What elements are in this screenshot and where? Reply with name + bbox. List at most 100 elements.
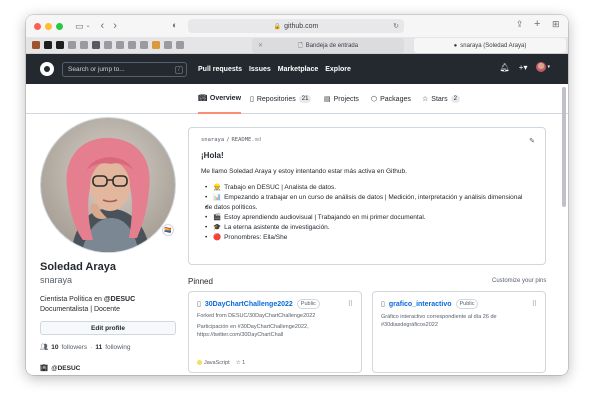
favorite-icon[interactable]	[68, 41, 76, 49]
status-badge[interactable]: 🏳️‍🌈	[162, 224, 174, 236]
close-tab-icon[interactable]: ✕	[258, 42, 263, 49]
favorite-icon[interactable]	[56, 41, 64, 49]
address-bar[interactable]: 🔒 github.com ↻	[188, 19, 404, 33]
list-item: 🎓La eterna asistente de investigación.	[201, 223, 533, 233]
customize-pins-link[interactable]: Customize your pins	[492, 278, 546, 284]
repo-icon: ▯	[250, 96, 254, 103]
github-favicon-icon: ●	[453, 42, 458, 49]
edit-profile-button[interactable]: Edit profile	[40, 321, 176, 335]
favorite-icon[interactable]	[164, 41, 172, 49]
favorite-icon[interactable]	[140, 41, 148, 49]
shield-icon[interactable]: ◐	[172, 21, 177, 30]
readme-intro: Me llamo Soledad Araya y estoy intentand…	[201, 168, 407, 175]
tab-label: Overview	[209, 94, 242, 102]
tab-packages[interactable]: ⬡ Packages	[371, 84, 411, 114]
visibility-badge: Public	[455, 299, 479, 309]
star-icon: ☆	[422, 96, 429, 103]
sidebar-chevron-icon[interactable]: ⌄	[86, 23, 91, 29]
list-item-text: Trabajo en DESUC | Analista de datos.	[224, 184, 337, 191]
book-icon: 📖︎	[198, 95, 207, 102]
followers-count[interactable]: 10	[51, 344, 58, 351]
tab-projects[interactable]: ▤ Projects	[324, 84, 359, 114]
list-item-text: La eterna asistente de investigación.	[224, 224, 330, 231]
profile-name: Soledad Araya	[40, 261, 117, 273]
sidebar-icon[interactable]: ▭	[75, 21, 84, 31]
avatar[interactable]	[40, 117, 176, 253]
close-window-button[interactable]	[34, 22, 41, 30]
bio-text: Cientista Política en	[40, 296, 104, 303]
minimize-window-button[interactable]	[45, 22, 52, 30]
favorite-icon[interactable]	[104, 41, 112, 49]
back-icon[interactable]: ‹	[101, 20, 105, 32]
tab-inbox[interactable]: ✕ 🗋 Bandeja de entrada	[252, 38, 404, 53]
card-header: ▯ 30DayChartChallenge2022 Public	[197, 299, 353, 309]
fork-note[interactable]: Forked from DESUC/30DayChartChallenge202…	[197, 313, 353, 319]
drag-handle-icon[interactable]: ⠿	[348, 300, 353, 308]
reload-icon[interactable]: ↻	[393, 22, 399, 30]
org-link[interactable]: @DESUC	[51, 365, 80, 372]
repo-description: Gráfico interactivo correspondiente al d…	[381, 313, 537, 329]
chart-icon: 📊	[213, 194, 222, 201]
card-header: ▯ grafico_interactivo Public	[381, 299, 537, 309]
avatar-photo	[41, 118, 175, 252]
favorite-icon[interactable]	[176, 41, 184, 49]
tab-label: Packages	[380, 95, 411, 103]
nav-issues[interactable]: Issues	[249, 66, 271, 73]
browser-toolbar: ▭ ⌄ ‹ › ◐ 🔒 github.com ↻ ⇪ + ⊞	[26, 15, 568, 37]
zoom-window-button[interactable]	[56, 22, 63, 30]
repo-link[interactable]: grafico_interactivo	[389, 301, 452, 308]
favorite-icon[interactable]	[44, 41, 52, 49]
bell-icon[interactable]: 🔔︎	[500, 63, 510, 72]
package-icon: ⬡	[371, 96, 378, 103]
following-label[interactable]: following	[105, 344, 130, 351]
favorite-icon[interactable]	[128, 41, 136, 49]
readme-card: snaraya / README.md ✎ ¡Hola! Me llamo Sole…	[188, 127, 546, 265]
project-icon: ▤	[324, 96, 331, 103]
readme-path: snaraya / README.md	[201, 137, 533, 143]
pinned-repo-card: ▯ 30DayChartChallenge2022 Public ⠿ Forke…	[188, 291, 362, 373]
followers-label[interactable]: followers	[62, 344, 88, 351]
favorite-icon[interactable]	[116, 41, 124, 49]
list-item-text: Empezando a trabajar en un curso de anál…	[224, 194, 523, 201]
list-item-continuation: de datos políticos.	[201, 203, 533, 213]
bio-text: Documentalista | Docente	[40, 306, 121, 313]
favorite-icon[interactable]	[32, 41, 40, 49]
path-separator: /	[226, 137, 230, 143]
favorite-icon[interactable]	[80, 41, 88, 49]
favorite-icon[interactable]	[92, 41, 100, 49]
browser-window: ▭ ⌄ ‹ › ◐ 🔒 github.com ↻ ⇪ + ⊞ ✕ 🗋 Bande…	[26, 15, 568, 375]
pinned-heading: Pinned	[188, 277, 213, 286]
repo-link[interactable]: 30DayChartChallenge2022	[205, 301, 293, 308]
tab-stars[interactable]: ☆ Stars 2	[422, 84, 460, 114]
scrollbar[interactable]	[562, 87, 566, 207]
search-input[interactable]: Search or jump to... /	[62, 61, 187, 77]
tab-overview-icon[interactable]: ⊞	[552, 20, 560, 29]
nav-marketplace[interactable]: Marketplace	[278, 66, 318, 73]
tab-github[interactable]: ● snaraya (Soledad Araya)	[414, 38, 566, 53]
github-logo-icon[interactable]	[40, 62, 54, 76]
favorite-icon[interactable]	[152, 41, 160, 49]
pencil-icon[interactable]: ✎	[529, 137, 535, 145]
share-icon[interactable]: ⇪	[516, 20, 524, 29]
tab-counter: 2	[450, 95, 460, 103]
readme-user-link[interactable]: snaraya	[201, 137, 224, 143]
forward-icon[interactable]: ›	[113, 20, 117, 32]
red-circle-icon: 🔴	[213, 234, 222, 241]
new-tab-icon[interactable]: +	[534, 19, 540, 30]
stars[interactable]: ☆ 1	[236, 360, 246, 366]
user-menu[interactable]: ▾	[536, 62, 550, 72]
create-new-icon[interactable]: +▾	[519, 63, 528, 72]
clapper-icon: 🎬	[213, 214, 222, 221]
language: JavaScript	[197, 360, 230, 366]
nav-explore[interactable]: Explore	[325, 66, 351, 73]
mail-icon: 🗋	[297, 42, 303, 49]
drag-handle-icon[interactable]: ⠿	[532, 300, 537, 308]
tab-overview[interactable]: 📖︎ Overview	[198, 84, 242, 114]
list-item: 👷Trabajo en DESUC | Analista de datos.	[201, 183, 533, 193]
readme-list: 👷Trabajo en DESUC | Analista de datos. 📊…	[201, 183, 533, 243]
readme-heading: ¡Hola!	[201, 151, 224, 160]
bio-org-link[interactable]: @DESUC	[104, 296, 135, 303]
nav-pull-requests[interactable]: Pull requests	[198, 66, 242, 73]
tab-repositories[interactable]: ▯ Repositories 21	[250, 84, 312, 114]
following-count[interactable]: 11	[95, 344, 102, 351]
